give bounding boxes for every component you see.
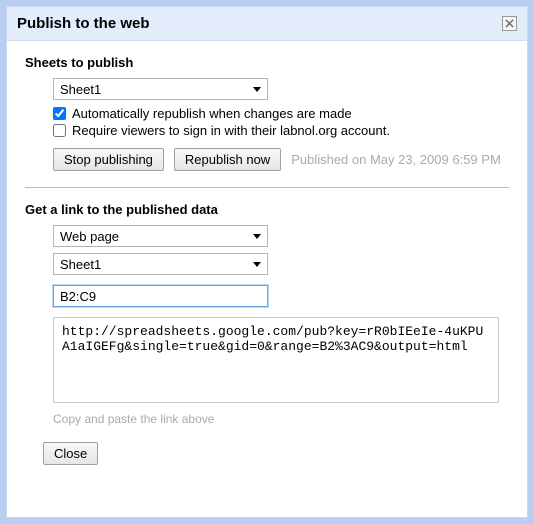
republish-now-button[interactable]: Republish now	[174, 148, 281, 171]
published-url-box[interactable]: http://spreadsheets.google.com/pub?key=r…	[53, 317, 499, 403]
get-link-section: Get a link to the published data Web pag…	[25, 202, 509, 426]
dialog-content: Sheets to publish Sheet1 Automatically r…	[7, 41, 527, 517]
titlebar: Publish to the web	[7, 7, 527, 41]
require-signin-checkbox[interactable]	[53, 124, 66, 137]
publish-dialog: Publish to the web Sheets to publish She…	[6, 6, 528, 518]
dialog-footer: Close	[25, 442, 509, 465]
chevron-down-icon	[253, 87, 261, 92]
section-divider	[25, 187, 509, 188]
format-select-value: Web page	[60, 229, 119, 244]
require-signin-row[interactable]: Require viewers to sign in with their la…	[53, 123, 509, 138]
range-input[interactable]	[53, 285, 268, 307]
chevron-down-icon	[253, 234, 261, 239]
auto-republish-label: Automatically republish when changes are…	[72, 106, 352, 121]
require-signin-label: Require viewers to sign in with their la…	[72, 123, 390, 138]
link-sheet-select-value: Sheet1	[60, 257, 101, 272]
copy-helper-text: Copy and paste the link above	[53, 412, 509, 426]
published-status: Published on May 23, 2009 6:59 PM	[291, 152, 501, 167]
stop-publishing-button[interactable]: Stop publishing	[53, 148, 164, 171]
close-button[interactable]: Close	[43, 442, 98, 465]
auto-republish-row[interactable]: Automatically republish when changes are…	[53, 106, 509, 121]
auto-republish-checkbox[interactable]	[53, 107, 66, 120]
link-sheet-select[interactable]: Sheet1	[53, 253, 268, 275]
section-heading-link: Get a link to the published data	[25, 202, 509, 217]
chevron-down-icon	[253, 262, 261, 267]
dialog-title: Publish to the web	[17, 15, 150, 32]
sheet-select-value: Sheet1	[60, 82, 101, 97]
section-heading-sheets: Sheets to publish	[25, 55, 509, 70]
sheet-select[interactable]: Sheet1	[53, 78, 268, 100]
close-icon[interactable]	[502, 16, 517, 31]
sheets-to-publish-section: Sheets to publish Sheet1 Automatically r…	[25, 55, 509, 171]
format-select[interactable]: Web page	[53, 225, 268, 247]
publish-buttons-row: Stop publishing Republish now Published …	[53, 148, 509, 171]
